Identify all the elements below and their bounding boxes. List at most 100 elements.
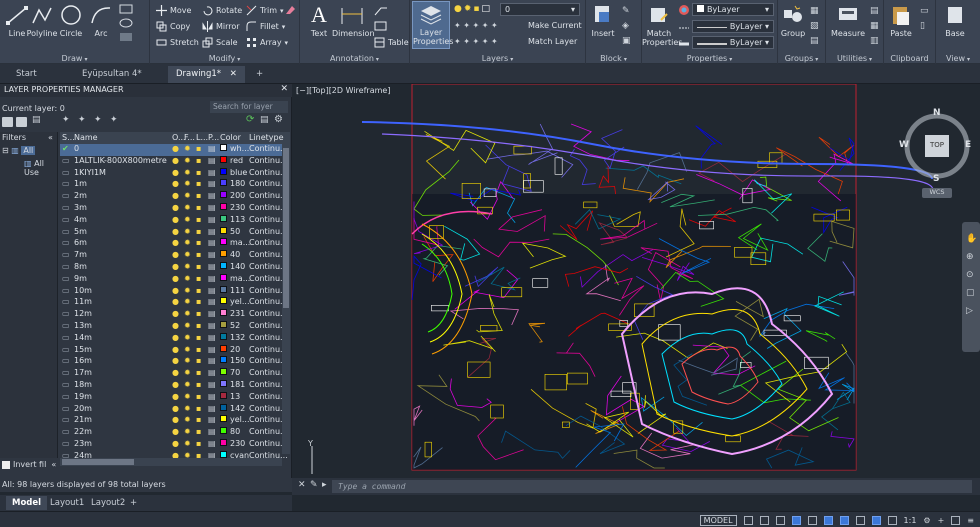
table-row[interactable]: ▭ 10m ● ✹ ▪ ▤ 111 Continu... — [60, 285, 288, 298]
layer-name[interactable]: 22m — [74, 427, 92, 436]
layer-name[interactable]: 3m — [74, 203, 87, 212]
layer-color[interactable]: 52 — [230, 321, 240, 330]
printer-icon[interactable]: ▤ — [208, 168, 216, 177]
sun-icon[interactable]: ✹ — [184, 415, 191, 424]
sun-icon[interactable]: ✹ — [184, 439, 191, 448]
sun-icon[interactable]: ✹ — [184, 333, 191, 342]
base-button[interactable]: Base — [938, 3, 972, 38]
printer-icon[interactable]: ▤ — [208, 262, 216, 271]
new-layout-button[interactable]: + — [124, 496, 143, 510]
layer-color[interactable]: 132 — [230, 333, 245, 342]
lightbulb-icon[interactable]: ● — [172, 191, 179, 200]
lightbulb-icon[interactable]: ● — [172, 333, 179, 342]
group-button[interactable]: Group — [778, 3, 808, 38]
sun-icon[interactable]: ✹ — [184, 368, 191, 377]
table-row[interactable]: ▭ 6m ● ✹ ▪ ▤ ma... Continu... — [60, 238, 288, 250]
table-row[interactable]: ✔ 0 ● ✹ ▪ ▤ wh... Continu... — [60, 144, 288, 156]
scrollbar-thumb[interactable] — [62, 459, 134, 465]
layer-name[interactable]: 17m — [74, 368, 92, 377]
snap-icon[interactable] — [759, 515, 769, 525]
lightbulb-icon[interactable]: ● — [172, 274, 179, 283]
printer-icon[interactable]: ▤ — [208, 215, 216, 224]
table-row[interactable]: ▭ 16m ● ✹ ▪ ▤ 150 Continu... — [60, 356, 288, 368]
measure-button[interactable]: Measure — [828, 3, 868, 38]
dimension-button[interactable]: Dimension — [332, 3, 375, 38]
make-current-button[interactable]: Make Current — [528, 21, 582, 30]
filter-all[interactable]: ⊟ ▥ All — [2, 146, 36, 155]
viewcube-south[interactable]: S — [933, 174, 939, 184]
viewcube-west[interactable]: W — [899, 140, 909, 150]
sun-icon[interactable]: ✹ — [184, 156, 191, 165]
recent-commands-icon[interactable]: ▸ — [322, 480, 327, 490]
navigation-bar[interactable]: ✋ ⊕ ⊙ ▢ ▷ — [962, 222, 980, 352]
layer-color[interactable]: ma... — [230, 274, 250, 283]
printer-icon[interactable]: ▤ — [208, 156, 216, 165]
mirror-button[interactable]: Mirror — [202, 21, 240, 32]
scrollbar-thumb[interactable] — [283, 148, 289, 308]
gear-icon[interactable]: ⚙ — [923, 516, 930, 525]
rotate-button[interactable]: Rotate — [202, 5, 242, 16]
lineweight-dropdown[interactable]: ByLayer ▾ — [692, 36, 774, 49]
sun-icon[interactable]: ✹ — [184, 215, 191, 224]
lightbulb-icon[interactable]: ● — [172, 368, 179, 377]
color-swatch-icon[interactable] — [220, 179, 227, 187]
printer-icon[interactable]: ▤ — [208, 203, 216, 212]
printer-icon[interactable]: ▤ — [208, 356, 216, 365]
sun-icon[interactable]: ✹ — [184, 250, 191, 259]
wrench-icon[interactable]: ✎ — [310, 480, 318, 490]
linetype-dropdown[interactable]: ByLayer ▾ — [692, 20, 774, 33]
color-swatch-icon[interactable] — [220, 238, 227, 246]
paste-button[interactable]: Paste — [884, 3, 918, 38]
printer-icon[interactable]: ▤ — [208, 427, 216, 436]
layer-color[interactable]: 150 — [230, 356, 245, 365]
layer-tools-row-2[interactable]: ✦ ✦ ✦ ✦ ✦ — [454, 37, 498, 46]
layer-name[interactable]: 9m — [74, 274, 87, 283]
erase-icon[interactable] — [284, 4, 296, 19]
printer-icon[interactable]: ▤ — [208, 439, 216, 448]
lightbulb-icon[interactable]: ● — [172, 168, 179, 177]
lock-icon[interactable]: ▪ — [196, 439, 201, 448]
printer-icon[interactable]: ▤ — [208, 380, 216, 389]
layer-name[interactable]: 13m — [74, 321, 92, 330]
layer-color[interactable]: 230 — [230, 439, 245, 448]
sun-icon[interactable]: ✹ — [184, 380, 191, 389]
table-row[interactable]: ▭ 1KIYI1M ● ✹ ▪ ▤ blue Continu... — [60, 167, 288, 180]
sun-icon[interactable]: ✹ — [184, 274, 191, 283]
layer-name[interactable]: 0 — [74, 144, 79, 153]
color-swatch-icon[interactable] — [220, 438, 227, 446]
group-tools[interactable]: ▦ ▧ ▤ — [810, 4, 819, 49]
table-row[interactable]: ▭ 12m ● ✹ ▪ ▤ 231 Continu... — [60, 309, 288, 321]
color-swatch-icon[interactable] — [220, 344, 227, 352]
selection-cycling-icon[interactable] — [871, 515, 881, 525]
layer-color[interactable]: 20 — [230, 345, 240, 354]
lock-icon[interactable]: ▪ — [196, 345, 201, 354]
color-swatch-icon[interactable] — [220, 285, 227, 293]
lock-icon[interactable]: ▪ — [196, 227, 201, 236]
layer-name[interactable]: 5m — [74, 227, 87, 236]
printer-icon[interactable]: ▤ — [208, 392, 216, 401]
new-layer-vp-frozen-icon[interactable]: ✦ — [78, 115, 89, 125]
table-row[interactable]: ▭ 1ALTLIK-800X800metre ● ✹ ▪ ▤ red Continu... — [60, 155, 288, 168]
color-swatch-icon[interactable] — [220, 297, 227, 305]
layer-color[interactable]: ma... — [230, 238, 250, 247]
table-row[interactable]: ▭ 13m ● ✹ ▪ ▤ 52 Continu... — [60, 320, 288, 333]
arc-button[interactable]: Arc — [84, 3, 118, 38]
move-button[interactable]: Move — [156, 5, 191, 16]
lightbulb-icon[interactable]: ● — [172, 215, 179, 224]
printer-icon[interactable]: ▤ — [208, 144, 216, 153]
copy-button[interactable]: Copy — [156, 21, 190, 32]
polar-icon[interactable] — [791, 515, 801, 525]
grid-icon[interactable] — [743, 515, 753, 525]
lock-icon[interactable]: ▪ — [196, 274, 201, 283]
lock-icon[interactable]: ▪ — [196, 451, 201, 458]
lightbulb-icon[interactable]: ● — [172, 179, 179, 188]
layer-color[interactable]: 230 — [230, 203, 245, 212]
table-row[interactable]: ▭ 9m ● ✹ ▪ ▤ ma... Continu... — [60, 273, 288, 286]
hatch-icon[interactable] — [118, 18, 146, 32]
printer-icon[interactable]: ▤ — [208, 451, 216, 458]
lightbulb-icon[interactable]: ● — [172, 250, 179, 259]
layer-color[interactable]: 70 — [230, 368, 240, 377]
table-row[interactable]: ▭ 1m ● ✹ ▪ ▤ 180 Continu... — [60, 179, 288, 191]
lock-icon[interactable]: ▪ — [196, 203, 201, 212]
color-swatch-icon[interactable] — [220, 250, 227, 258]
